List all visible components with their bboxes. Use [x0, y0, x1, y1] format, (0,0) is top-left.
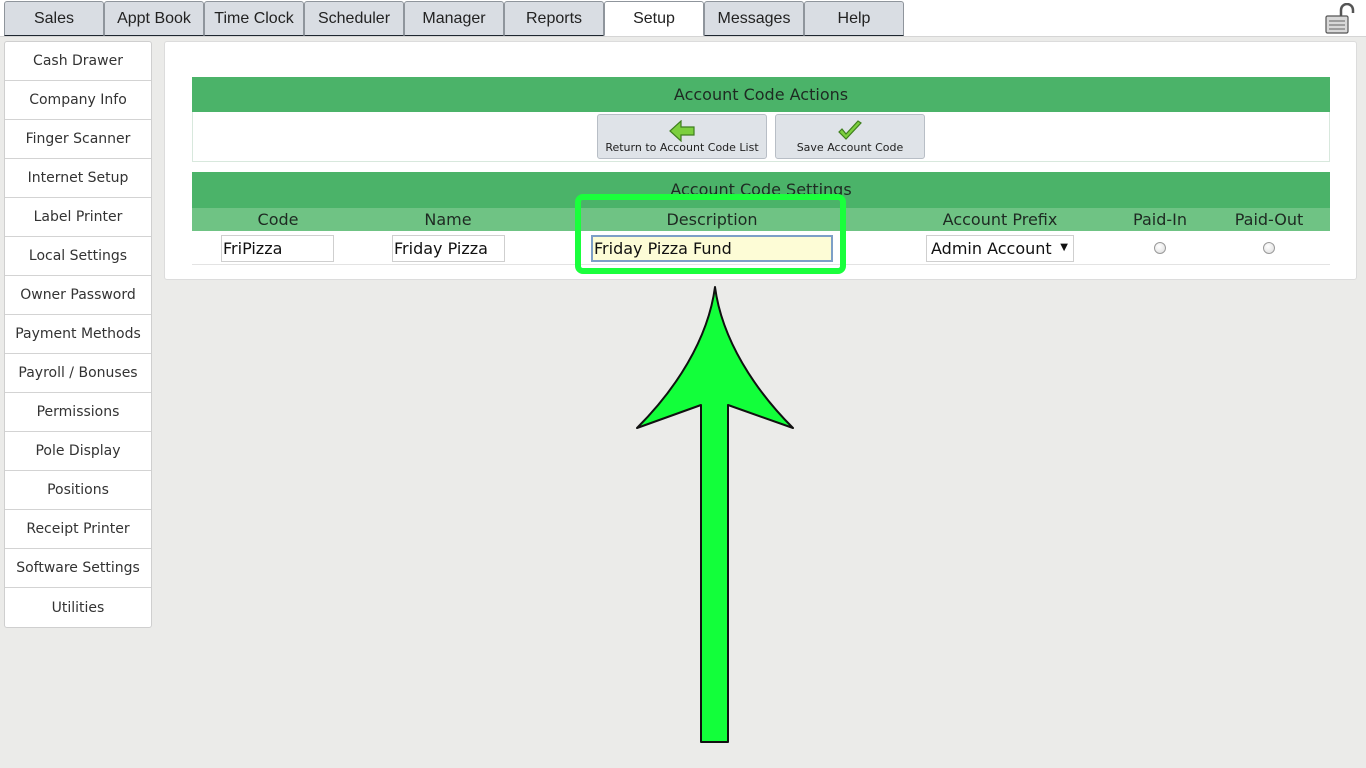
tab-manager[interactable]: Manager [404, 1, 504, 36]
main-panel: Account Code Actions Return to Account C… [164, 41, 1357, 280]
account-code-row: FriPizza Friday Pizza Friday Pizza Fund … [192, 231, 1330, 265]
sidebar-item-label-printer[interactable]: Label Printer [5, 198, 151, 237]
sidebar-item-internet-setup[interactable]: Internet Setup [5, 159, 151, 198]
column-header-account-prefix: Account Prefix [942, 210, 1058, 229]
sidebar-item-local-settings[interactable]: Local Settings [5, 237, 151, 276]
unlocked-lock-icon[interactable] [1324, 3, 1358, 35]
sidebar-item-owner-password[interactable]: Owner Password [5, 276, 151, 315]
description-input[interactable]: Friday Pizza Fund [591, 235, 833, 262]
tab-setup[interactable]: Setup [604, 1, 704, 36]
actions-toolbar: Return to Account Code List Save Account… [192, 112, 1330, 162]
arrow-left-icon [669, 120, 695, 142]
sidebar-item-cash-drawer[interactable]: Cash Drawer [5, 42, 151, 81]
settings-header: Account Code Settings [192, 172, 1330, 208]
return-button-label: Return to Account Code List [605, 141, 759, 154]
sidebar-item-positions[interactable]: Positions [5, 471, 151, 510]
column-header-name: Name [424, 210, 472, 229]
save-account-code-button[interactable]: Save Account Code [775, 114, 925, 159]
column-header-code: Code [257, 210, 299, 229]
sidebar-item-payroll-bonuses[interactable]: Payroll / Bonuses [5, 354, 151, 393]
tab-scheduler[interactable]: Scheduler [304, 1, 404, 36]
name-input[interactable]: Friday Pizza [392, 235, 505, 262]
tab-reports[interactable]: Reports [504, 1, 604, 36]
sidebar-item-receipt-printer[interactable]: Receipt Printer [5, 510, 151, 549]
top-nav-bar: Sales Appt Book Time Clock Scheduler Man… [0, 0, 1366, 37]
annotation-arrow-icon [636, 286, 794, 743]
tab-help[interactable]: Help [804, 1, 904, 36]
column-header-paid-in: Paid-In [1133, 210, 1187, 229]
actions-header: Account Code Actions [192, 77, 1330, 112]
checkmark-icon [838, 120, 862, 140]
chevron-down-icon: ▼ [1060, 242, 1068, 253]
paid-in-radio[interactable] [1154, 242, 1166, 254]
sidebar-item-company-info[interactable]: Company Info [5, 81, 151, 120]
tab-appt-book[interactable]: Appt Book [104, 1, 204, 36]
code-input[interactable]: FriPizza [221, 235, 334, 262]
column-header-description: Description [666, 210, 758, 229]
setup-sidebar: Cash Drawer Company Info Finger Scanner … [4, 41, 152, 628]
sidebar-item-permissions[interactable]: Permissions [5, 393, 151, 432]
tab-time-clock[interactable]: Time Clock [204, 1, 304, 36]
return-to-list-button[interactable]: Return to Account Code List [597, 114, 767, 159]
column-header-paid-out: Paid-Out [1234, 210, 1304, 229]
account-prefix-value: Admin Account [931, 239, 1052, 258]
paid-out-radio[interactable] [1263, 242, 1275, 254]
tab-messages[interactable]: Messages [704, 1, 804, 36]
sidebar-item-utilities[interactable]: Utilities [5, 588, 151, 627]
tab-sales[interactable]: Sales [4, 1, 104, 36]
sidebar-item-pole-display[interactable]: Pole Display [5, 432, 151, 471]
sidebar-item-payment-methods[interactable]: Payment Methods [5, 315, 151, 354]
settings-column-headers: Code Name Description Account Prefix Pai… [192, 208, 1330, 231]
sidebar-item-software-settings[interactable]: Software Settings [5, 549, 151, 588]
sidebar-item-finger-scanner[interactable]: Finger Scanner [5, 120, 151, 159]
account-prefix-select[interactable]: Admin Account ▼ [926, 235, 1074, 262]
save-button-label: Save Account Code [796, 141, 904, 154]
